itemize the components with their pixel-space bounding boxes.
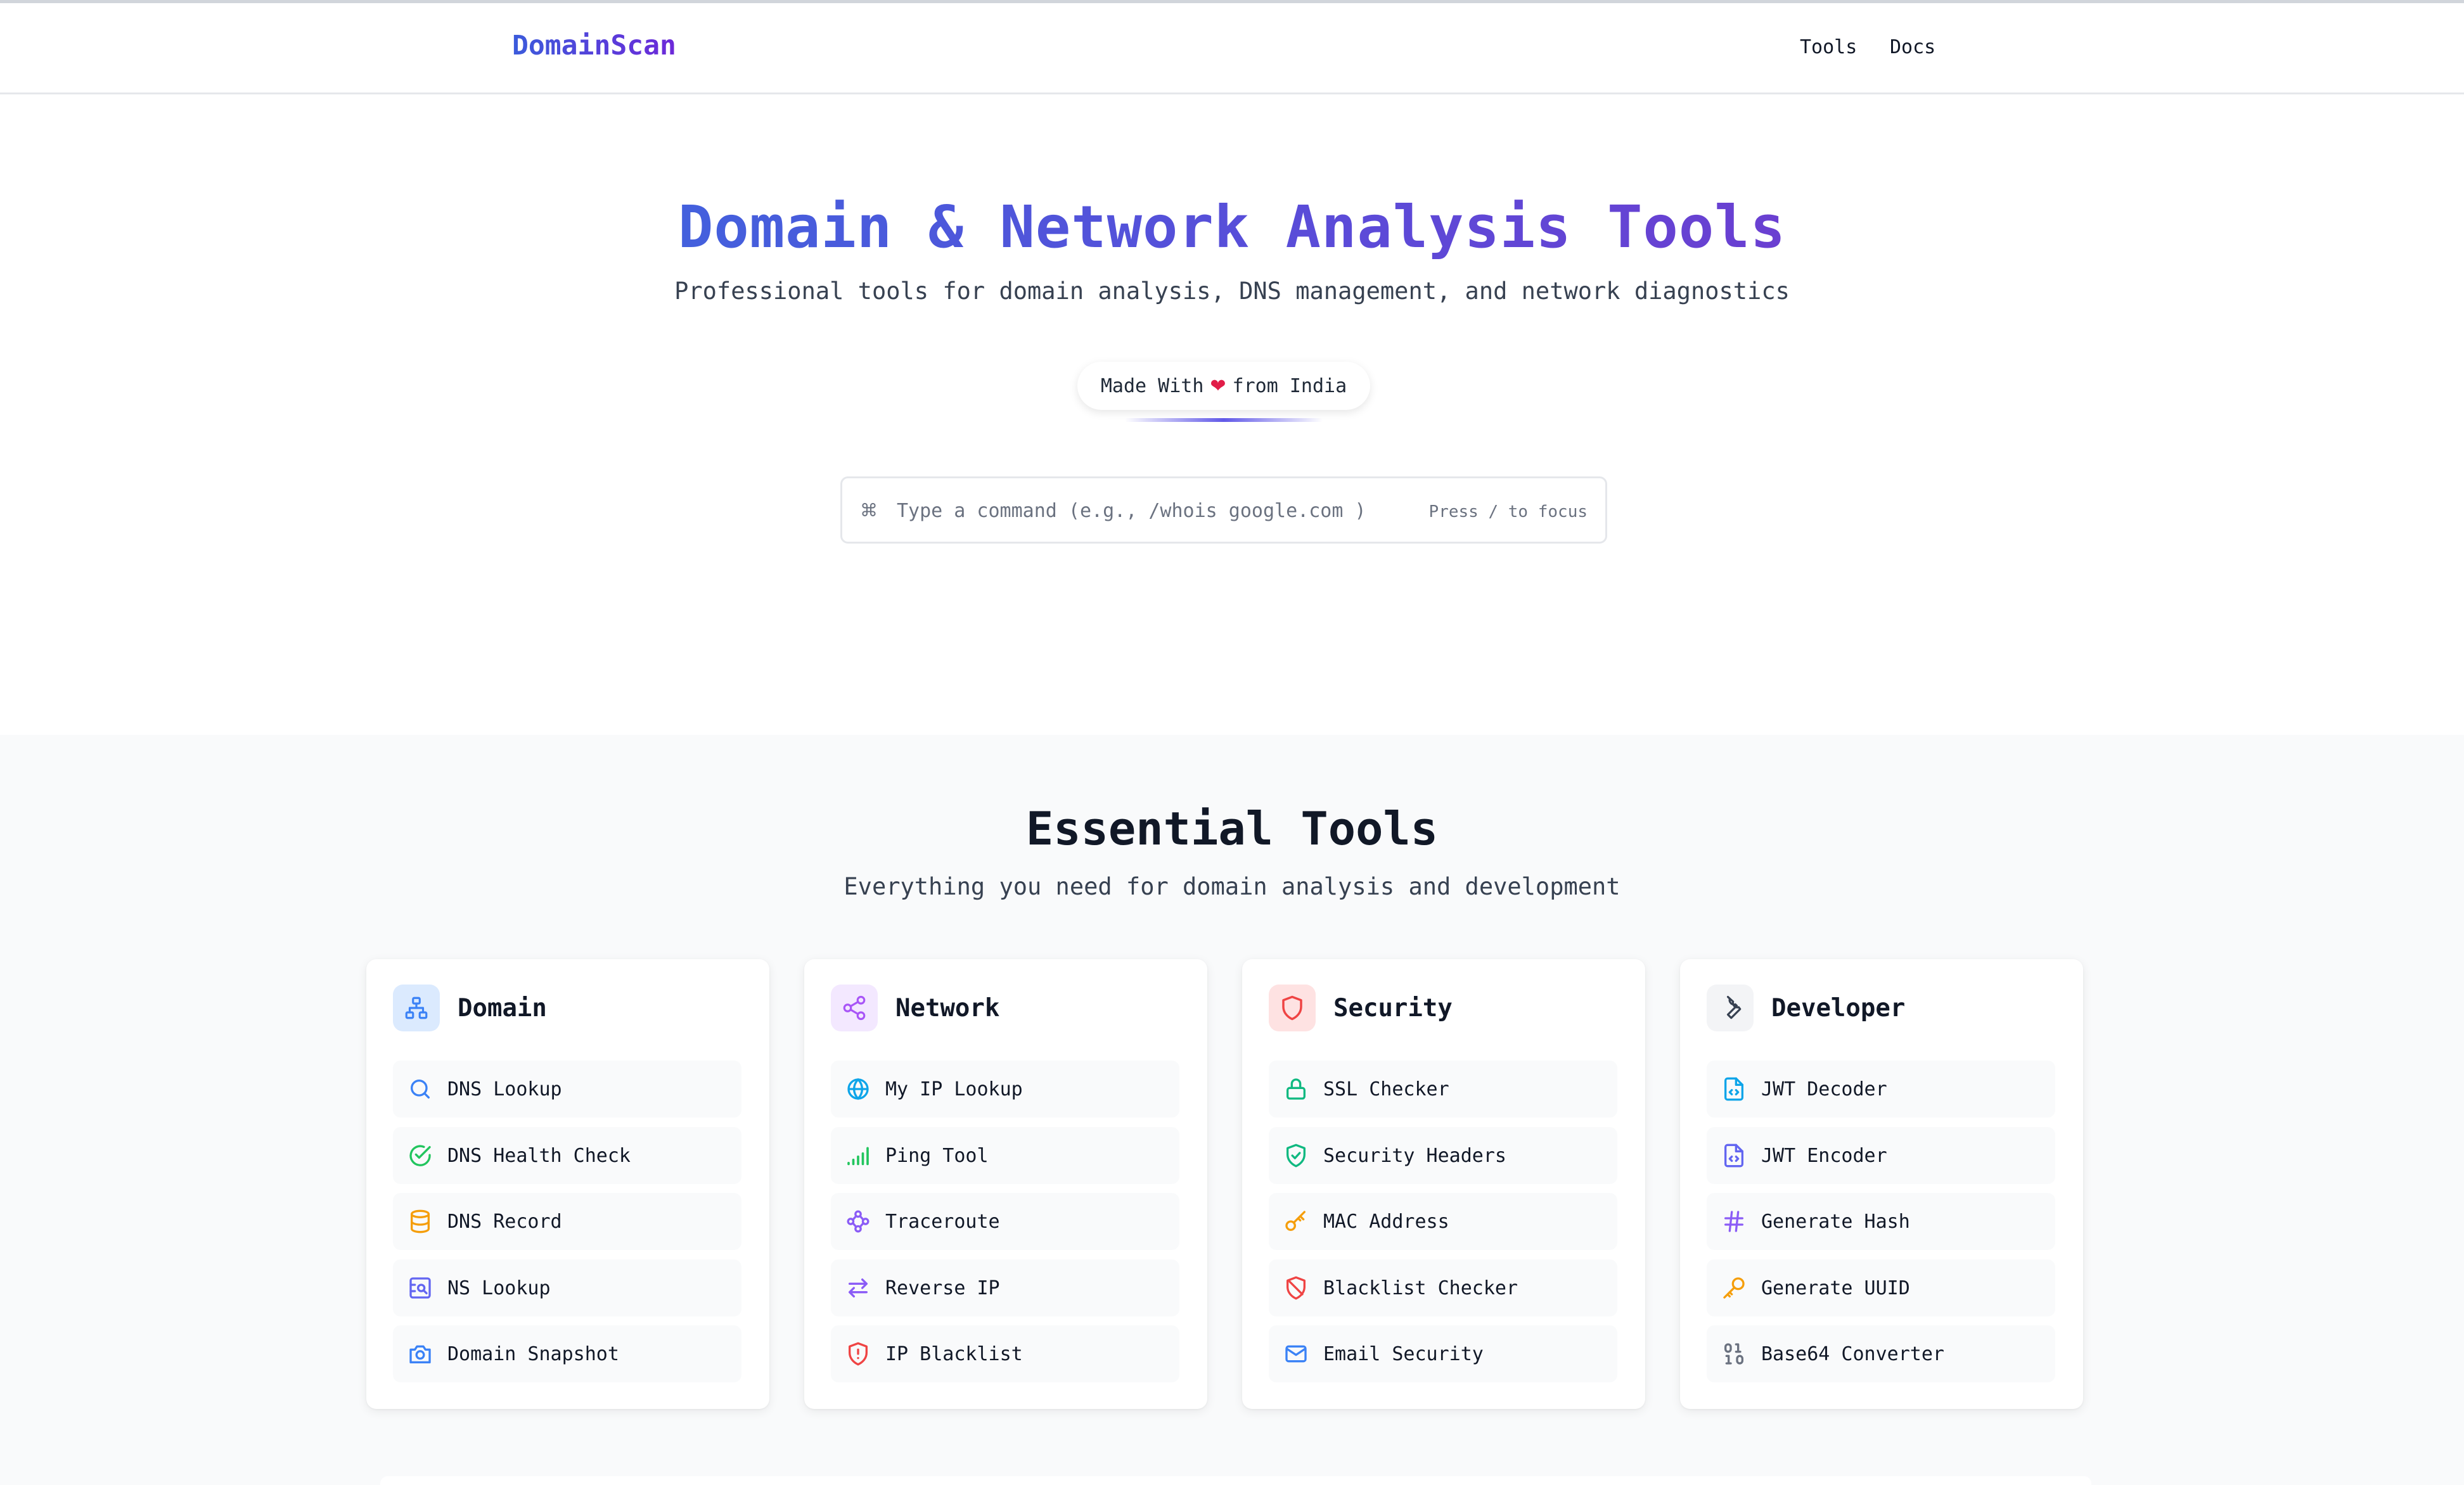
category-title: Developer <box>1771 993 1906 1023</box>
mail-icon <box>1283 1341 1309 1367</box>
globe-icon <box>845 1076 871 1102</box>
section-subtitle: Everything you need for domain analysis … <box>844 873 1620 900</box>
tool-email-security[interactable]: Email Security <box>1269 1325 1617 1382</box>
shield-alert-icon <box>845 1341 871 1367</box>
next-section-edge <box>380 1476 2091 1485</box>
server-icon <box>407 1275 433 1301</box>
tool-label: DNS Lookup <box>447 1078 562 1100</box>
tool-generate-uuid[interactable]: Generate UUID <box>1707 1259 2055 1316</box>
category-card-domain: Domain DNS Lookup DNS Health Check DNS R… <box>366 959 769 1409</box>
tool-label: Domain Snapshot <box>447 1342 619 1365</box>
nav-link-docs[interactable]: Docs <box>1890 36 1935 58</box>
tool-jwt-encoder[interactable]: JWT Encoder <box>1707 1127 2055 1184</box>
route-icon <box>845 1208 871 1235</box>
category-card-developer: Developer JWT Decoder JWT Encoder Genera… <box>1680 959 2083 1409</box>
tool-label: Generate Hash <box>1761 1210 1910 1233</box>
nav-link-tools[interactable]: Tools <box>1800 36 1857 58</box>
tool-label: Reverse IP <box>885 1277 1000 1299</box>
tool-ssl-checker[interactable]: SSL Checker <box>1269 1061 1617 1118</box>
command-hint: Press / to focus <box>1428 502 1588 521</box>
shield-off-icon <box>1283 1275 1309 1301</box>
tool-generate-hash[interactable]: Generate Hash <box>1707 1193 2055 1250</box>
tool-label: Generate UUID <box>1761 1277 1910 1299</box>
tool-label: DNS Health Check <box>447 1144 631 1167</box>
tool-ping[interactable]: Ping Tool <box>831 1127 1179 1184</box>
arrows-swap-icon <box>845 1275 871 1301</box>
heart-icon: ❤ <box>1210 374 1226 397</box>
signal-icon <box>845 1142 871 1169</box>
tool-label: SSL Checker <box>1323 1078 1449 1100</box>
category-card-network: Network My IP Lookup Ping Tool Tracerout… <box>804 959 1207 1409</box>
tool-label: Security Headers <box>1323 1144 1506 1167</box>
category-header: Developer <box>1707 985 1905 1031</box>
category-header: Domain <box>393 985 547 1031</box>
shield-check-icon <box>1283 1142 1309 1169</box>
sitemap-icon <box>393 985 440 1031</box>
tool-dns-record[interactable]: DNS Record <box>393 1193 741 1250</box>
tool-base64-converter[interactable]: Base64 Converter <box>1707 1325 2055 1382</box>
tool-label: Blacklist Checker <box>1323 1277 1518 1299</box>
section-title: Essential Tools <box>1025 802 1439 855</box>
tool-ns-lookup[interactable]: NS Lookup <box>393 1259 741 1316</box>
tool-mac-address[interactable]: MAC Address <box>1269 1193 1617 1250</box>
camera-icon <box>407 1341 433 1367</box>
binary-icon <box>1721 1341 1747 1367</box>
tool-label: JWT Decoder <box>1761 1078 1887 1100</box>
tool-traceroute[interactable]: Traceroute <box>831 1193 1179 1250</box>
tool-label: MAC Address <box>1323 1210 1449 1233</box>
tool-jwt-decoder[interactable]: JWT Decoder <box>1707 1061 2055 1118</box>
command-bar[interactable]: ⌘ Press / to focus <box>840 476 1607 544</box>
command-icon: ⌘ <box>860 500 878 521</box>
tool-blacklist-checker[interactable]: Blacklist Checker <box>1269 1259 1617 1316</box>
hero-title: Domain & Network Analysis Tools <box>0 193 2464 261</box>
tool-my-ip-lookup[interactable]: My IP Lookup <box>831 1061 1179 1118</box>
brand-logo[interactable]: DomainScan <box>512 30 676 61</box>
tool-dns-health-check[interactable]: DNS Health Check <box>393 1127 741 1184</box>
tool-ip-blacklist[interactable]: IP Blacklist <box>831 1325 1179 1382</box>
check-circle-icon <box>407 1142 433 1169</box>
command-input[interactable] <box>897 492 1416 529</box>
share-icon <box>831 985 878 1031</box>
tool-label: Base64 Converter <box>1761 1342 1944 1365</box>
category-title: Network <box>895 993 1000 1023</box>
tool-security-headers[interactable]: Security Headers <box>1269 1127 1617 1184</box>
search-icon <box>407 1076 433 1102</box>
hash-icon <box>1721 1208 1747 1235</box>
category-header: Network <box>831 985 999 1031</box>
lock-icon <box>1283 1076 1309 1102</box>
made-with-prefix: Made With <box>1100 374 1204 397</box>
category-title: Security <box>1333 993 1453 1023</box>
database-icon <box>407 1208 433 1235</box>
essential-tools-section: Essential Tools Everything you need for … <box>0 735 2464 1485</box>
tool-label: Ping Tool <box>885 1144 989 1167</box>
category-title: Domain <box>458 993 547 1023</box>
made-with-badge: Made With ❤ from India <box>1077 362 1370 410</box>
key-icon <box>1721 1275 1747 1301</box>
file-code-icon <box>1721 1076 1747 1102</box>
navbar: DomainScan Tools Docs <box>0 3 2464 94</box>
key-icon <box>1283 1208 1309 1235</box>
tool-label: Email Security <box>1323 1342 1484 1365</box>
category-header: Security <box>1269 985 1453 1031</box>
shield-icon <box>1269 985 1316 1031</box>
tool-reverse-ip[interactable]: Reverse IP <box>831 1259 1179 1316</box>
tool-label: DNS Record <box>447 1210 562 1233</box>
file-code-icon <box>1721 1142 1747 1169</box>
tool-label: My IP Lookup <box>885 1078 1023 1100</box>
tool-dns-lookup[interactable]: DNS Lookup <box>393 1061 741 1118</box>
hero-title-text: Domain & Network Analysis Tools <box>677 193 1787 261</box>
wrench-icon <box>1707 985 1754 1031</box>
made-with-suffix: from India <box>1232 374 1347 397</box>
tool-label: Traceroute <box>885 1210 1000 1233</box>
tool-label: NS Lookup <box>447 1277 551 1299</box>
category-card-security: Security SSL Checker Security Headers MA… <box>1242 959 1645 1409</box>
tool-domain-snapshot[interactable]: Domain Snapshot <box>393 1325 741 1382</box>
tool-label: IP Blacklist <box>885 1342 1023 1365</box>
tool-label: JWT Encoder <box>1761 1144 1887 1167</box>
hero-subtitle: Professional tools for domain analysis, … <box>674 277 1790 305</box>
badge-underline <box>1125 418 1323 422</box>
